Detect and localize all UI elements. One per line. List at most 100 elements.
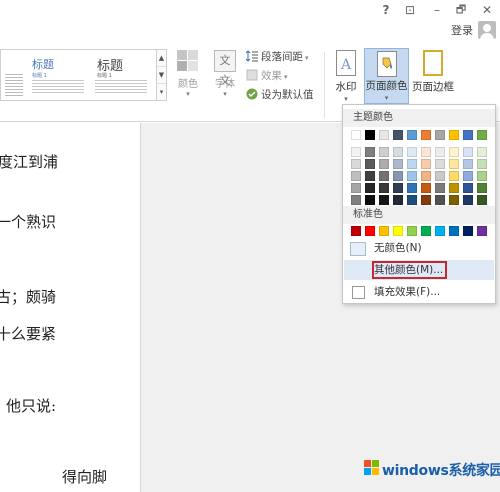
theme-color-shade-swatch[interactable] bbox=[393, 183, 403, 193]
theme-color-shade-swatch[interactable] bbox=[477, 195, 487, 205]
ribbon-display-options-icon[interactable]: ⊡ bbox=[402, 2, 418, 18]
gallery-scroll-up-icon[interactable]: ▲ bbox=[157, 50, 166, 67]
fill-effects-item[interactable]: 填充效果(F)... bbox=[344, 282, 494, 302]
theme-color-shade-swatch[interactable] bbox=[421, 171, 431, 181]
standard-color-swatch[interactable] bbox=[449, 226, 459, 236]
minimize-icon[interactable]: – bbox=[430, 2, 444, 18]
theme-color-shade-swatch[interactable] bbox=[463, 159, 473, 169]
theme-color-shade-swatch[interactable] bbox=[421, 195, 431, 205]
theme-color-shade-swatch[interactable] bbox=[449, 195, 459, 205]
standard-color-swatch[interactable] bbox=[393, 226, 403, 236]
theme-color-shade-swatch[interactable] bbox=[351, 147, 361, 157]
theme-color-shade-swatch[interactable] bbox=[379, 159, 389, 169]
gallery-scrollbar[interactable]: ▲ ▼ ▾ bbox=[157, 49, 167, 101]
colors-icon bbox=[177, 50, 199, 72]
theme-color-shade-swatch[interactable] bbox=[449, 159, 459, 169]
theme-color-shade-swatch[interactable] bbox=[407, 183, 417, 193]
standard-color-swatch[interactable] bbox=[407, 226, 417, 236]
paragraph-spacing-button[interactable]: 段落间距 ▾ bbox=[245, 49, 309, 65]
help-icon[interactable]: ? bbox=[380, 2, 392, 18]
style-set-item[interactable]: 标题 标题 1 bbox=[91, 52, 155, 98]
theme-color-shade-swatch[interactable] bbox=[449, 171, 459, 181]
gallery-scroll-down-icon[interactable]: ▼ bbox=[157, 67, 166, 84]
standard-color-swatch[interactable] bbox=[351, 226, 361, 236]
theme-color-shade-swatch[interactable] bbox=[477, 171, 487, 181]
theme-color-shade-swatch[interactable] bbox=[435, 159, 445, 169]
theme-color-shade-swatch[interactable] bbox=[393, 159, 403, 169]
theme-color-shade-swatch[interactable] bbox=[407, 159, 417, 169]
theme-color-shade-swatch[interactable] bbox=[435, 171, 445, 181]
maximize-icon[interactable]: 🗗 bbox=[454, 2, 468, 18]
title-bar: ? ⊡ – 🗗 ✕ 登录 bbox=[0, 0, 500, 46]
theme-color-shade-swatch[interactable] bbox=[365, 159, 375, 169]
theme-color-shade-swatch[interactable] bbox=[365, 183, 375, 193]
theme-color-swatch[interactable] bbox=[379, 130, 389, 140]
theme-color-shade-swatch[interactable] bbox=[365, 171, 375, 181]
theme-color-shade-swatch[interactable] bbox=[407, 147, 417, 157]
theme-color-shade-swatch[interactable] bbox=[365, 147, 375, 157]
theme-color-swatch[interactable] bbox=[449, 130, 459, 140]
theme-color-shade-swatch[interactable] bbox=[351, 195, 361, 205]
style-set-gallery: 标题 标题 1 标题 标题 1 bbox=[0, 49, 157, 101]
theme-color-shade-swatch[interactable] bbox=[393, 171, 403, 181]
avatar[interactable] bbox=[478, 21, 496, 39]
theme-color-shade-swatch[interactable] bbox=[477, 147, 487, 157]
theme-color-shade-swatch[interactable] bbox=[351, 171, 361, 181]
theme-color-shade-swatch[interactable] bbox=[463, 183, 473, 193]
more-colors-item[interactable]: 其他颜色(M)... bbox=[344, 260, 494, 280]
theme-color-swatch[interactable] bbox=[393, 130, 403, 140]
standard-color-swatch[interactable] bbox=[421, 226, 431, 236]
theme-color-shade-swatch[interactable] bbox=[379, 147, 389, 157]
theme-color-shade-swatch[interactable] bbox=[351, 183, 361, 193]
theme-color-shade-swatch[interactable] bbox=[435, 183, 445, 193]
style-set-item[interactable]: 标题 标题 1 bbox=[28, 52, 88, 98]
theme-color-shade-swatch[interactable] bbox=[477, 183, 487, 193]
theme-color-swatch[interactable] bbox=[365, 130, 375, 140]
theme-color-shade-swatch[interactable] bbox=[435, 147, 445, 157]
login-link[interactable]: 登录 bbox=[451, 22, 473, 38]
theme-color-shade-swatch[interactable] bbox=[463, 195, 473, 205]
theme-color-shade-swatch[interactable] bbox=[449, 147, 459, 157]
style-set-item[interactable] bbox=[3, 52, 25, 98]
chevron-down-icon: ▾ bbox=[384, 94, 389, 102]
theme-color-shade-swatch[interactable] bbox=[379, 171, 389, 181]
theme-color-shade-swatch[interactable] bbox=[421, 147, 431, 157]
close-icon[interactable]: ✕ bbox=[480, 2, 494, 18]
theme-color-shade-swatch[interactable] bbox=[477, 159, 487, 169]
standard-color-swatch[interactable] bbox=[435, 226, 445, 236]
theme-color-swatch[interactable] bbox=[407, 130, 417, 140]
theme-color-shade-swatch[interactable] bbox=[407, 195, 417, 205]
theme-color-shade-swatch[interactable] bbox=[351, 159, 361, 169]
set-as-default-button[interactable]: 设为默认值 bbox=[246, 87, 314, 103]
watermark-button[interactable]: A 水印 ▾ bbox=[332, 48, 360, 104]
theme-color-shade-swatch[interactable] bbox=[463, 147, 473, 157]
colors-button[interactable]: 颜色 ▾ bbox=[174, 50, 202, 99]
theme-color-shade-swatch[interactable] bbox=[463, 171, 473, 181]
theme-color-swatch[interactable] bbox=[421, 130, 431, 140]
standard-color-swatch[interactable] bbox=[477, 226, 487, 236]
theme-color-shade-swatch[interactable] bbox=[407, 171, 417, 181]
theme-color-shade-swatch[interactable] bbox=[379, 183, 389, 193]
theme-color-swatch[interactable] bbox=[435, 130, 445, 140]
theme-color-swatch[interactable] bbox=[351, 130, 361, 140]
theme-color-swatch[interactable] bbox=[463, 130, 473, 140]
theme-color-shade-swatch[interactable] bbox=[379, 195, 389, 205]
document-page[interactable]: 度江到浦 一个熟识 古；颇骑 十么要紧 他只说: 得向脚 bbox=[0, 123, 141, 492]
fonts-button[interactable]: 文文 字体 ▾ bbox=[211, 50, 239, 99]
standard-color-swatch[interactable] bbox=[365, 226, 375, 236]
theme-color-shade-swatch[interactable] bbox=[435, 195, 445, 205]
theme-color-shade-swatch[interactable] bbox=[421, 183, 431, 193]
standard-color-swatch[interactable] bbox=[463, 226, 473, 236]
theme-color-shade-swatch[interactable] bbox=[393, 147, 403, 157]
theme-color-shade-swatch[interactable] bbox=[449, 183, 459, 193]
theme-color-swatch[interactable] bbox=[477, 130, 487, 140]
page-color-button[interactable]: 页面颜色 ▾ bbox=[364, 48, 409, 104]
gallery-more-icon[interactable]: ▾ bbox=[157, 84, 166, 101]
theme-color-shade-swatch[interactable] bbox=[421, 159, 431, 169]
standard-color-swatch[interactable] bbox=[379, 226, 389, 236]
no-color-item[interactable]: 无颜色(N) bbox=[344, 238, 494, 258]
effects-button[interactable]: 效果 ▾ bbox=[246, 68, 288, 84]
theme-color-shade-swatch[interactable] bbox=[365, 195, 375, 205]
page-borders-button[interactable]: 页面边框 bbox=[412, 48, 454, 94]
theme-color-shade-swatch[interactable] bbox=[393, 195, 403, 205]
